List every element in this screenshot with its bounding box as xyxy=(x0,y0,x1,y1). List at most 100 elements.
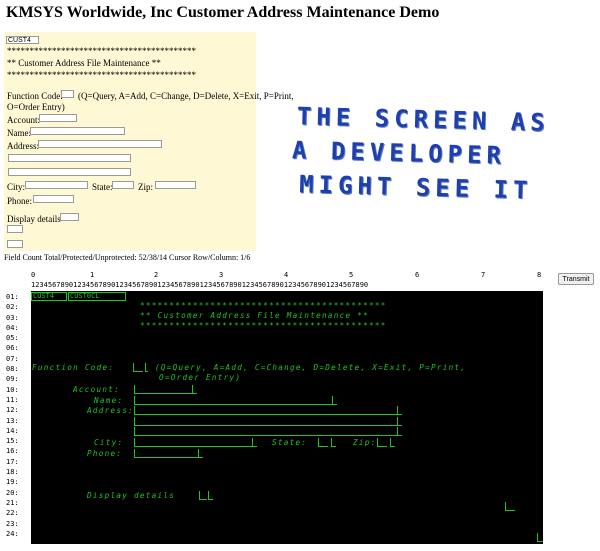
state-label: State: xyxy=(92,182,113,192)
row-number: 14: xyxy=(6,426,19,435)
form-stars-bottom: ****************************************… xyxy=(7,70,196,80)
terminal-name-input[interactable] xyxy=(134,396,332,405)
row-number: 19: xyxy=(6,478,19,487)
terminal-function-input-end[interactable] xyxy=(145,363,148,372)
row-number: 09: xyxy=(6,375,19,384)
function-code-help: (Q=Query, A=Add, C=Change, D=Delete, X=E… xyxy=(78,91,294,101)
form-heading: ** Customer Address File Maintenance ** xyxy=(7,58,161,68)
terminal-city-input[interactable] xyxy=(134,438,252,447)
address-label: Address: xyxy=(7,141,39,151)
terminal-city-end xyxy=(252,438,257,447)
row-number: 18: xyxy=(6,468,19,477)
name-label: Name: xyxy=(7,128,31,138)
row-number: 11: xyxy=(6,395,19,404)
terminal-zip-input[interactable] xyxy=(377,438,387,447)
terminal-account-input[interactable] xyxy=(134,385,194,394)
handwritten-overlay: THE SCREEN AS A DEVELOPER MIGHT SEE IT xyxy=(291,99,594,209)
phone-label: Phone: xyxy=(7,196,33,206)
row-number: 02: xyxy=(6,303,19,312)
city-input[interactable] xyxy=(25,181,88,189)
terminal-zip-end xyxy=(390,438,395,447)
terminal-address-label: Address: xyxy=(87,406,134,415)
row-number: 01: xyxy=(6,293,19,301)
transmit-button[interactable]: Transmit xyxy=(558,273,594,285)
row-number: 21: xyxy=(6,498,19,507)
row-number: 16: xyxy=(6,447,19,456)
terminal-name-label: Name: xyxy=(94,396,124,405)
terminal-phone-input[interactable] xyxy=(134,449,199,458)
row-number: 24: xyxy=(6,529,19,538)
account-label: Account: xyxy=(7,115,40,125)
terminal-address-input-2[interactable] xyxy=(134,417,397,426)
terminal-account-label: Account: xyxy=(73,385,120,394)
account-input[interactable] xyxy=(39,114,77,122)
terminal-address-end-3 xyxy=(397,427,402,436)
terminal-stars-bottom: ****************************************… xyxy=(140,321,387,330)
function-code-input[interactable] xyxy=(61,90,74,98)
name-input[interactable] xyxy=(30,127,125,135)
program-field[interactable] xyxy=(6,36,39,44)
ruler-tick: 2 xyxy=(154,271,159,279)
terminal-program-field-2[interactable]: CUST0CL xyxy=(68,292,126,301)
terminal-stars-top: ****************************************… xyxy=(140,301,387,310)
row-number: 04: xyxy=(6,323,19,332)
terminal-address-input-3[interactable] xyxy=(134,427,397,436)
row-number: 05: xyxy=(6,334,19,343)
terminal-details-input[interactable] xyxy=(199,491,207,500)
form-extra-input-1[interactable] xyxy=(7,225,23,233)
terminal-screen: CUST4 CUST0CL **************************… xyxy=(31,291,543,544)
row-number: 12: xyxy=(6,406,19,415)
page-title: KMSYS Worldwide, Inc Customer Address Ma… xyxy=(6,4,440,21)
terminal-program-field[interactable]: CUST4 xyxy=(31,292,67,301)
ruler-tick: 4 xyxy=(284,271,289,279)
customer-form: ****************************************… xyxy=(4,32,294,251)
row-number: 17: xyxy=(6,457,19,466)
row-number: 22: xyxy=(6,509,19,518)
phone-input[interactable] xyxy=(33,195,74,203)
column-ruler: 0 1 2 3 4 5 6 7 8 1234567890123456789012… xyxy=(31,271,543,291)
terminal-function-label: Function Code: xyxy=(32,363,115,372)
form-extra-input-2[interactable] xyxy=(7,240,23,248)
terminal-name-end xyxy=(332,396,337,405)
ruler-digits: 1234567890123456789012345678901234567890… xyxy=(31,281,369,289)
terminal-zip-label: Zip: xyxy=(353,438,377,447)
terminal-state-label: State: xyxy=(272,438,308,447)
row-number: 10: xyxy=(6,385,19,394)
row-number: 07: xyxy=(6,354,19,363)
terminal-function-input[interactable] xyxy=(133,363,143,372)
row-numbers: 01: 02: 03: 04: 05: 06: 07: 08: 09: 10: 11: 12: 13: 1… xyxy=(6,292,19,539)
ruler-tick: 5 xyxy=(349,271,354,279)
terminal-phone-label: Phone: xyxy=(87,449,123,458)
ruler-tick: 6 xyxy=(415,271,420,279)
row-number: 23: xyxy=(6,519,19,528)
city-label: City: xyxy=(7,182,26,192)
ruler-tick: 8 xyxy=(537,271,542,279)
address-input-2[interactable] xyxy=(8,154,131,162)
terminal-state-end xyxy=(331,438,336,447)
function-code-help-2: O=Order Entry) xyxy=(7,102,65,112)
zip-label: Zip: xyxy=(138,182,153,192)
terminal-function-help-2: O=Order Entry) xyxy=(159,373,242,382)
display-details-input[interactable] xyxy=(60,213,79,221)
terminal-row24-input[interactable] xyxy=(537,533,543,542)
terminal-account-end xyxy=(192,385,197,394)
address-input-3[interactable] xyxy=(8,168,131,176)
terminal-state-input[interactable] xyxy=(318,438,328,447)
terminal-city-label: City: xyxy=(94,438,124,447)
terminal-heading: ** Customer Address File Maintenance ** xyxy=(140,311,370,320)
terminal-address-input-1[interactable] xyxy=(134,406,397,415)
address-input-1[interactable] xyxy=(38,140,162,148)
terminal-phone-end xyxy=(198,449,203,458)
ruler-tick: 1 xyxy=(90,271,95,279)
form-stars-top: ****************************************… xyxy=(7,46,196,56)
row-number: 15: xyxy=(6,437,19,446)
zip-input[interactable] xyxy=(155,181,196,189)
ruler-tick: 0 xyxy=(31,271,36,279)
state-input[interactable] xyxy=(112,181,134,189)
ruler-tick: 7 xyxy=(481,271,486,279)
terminal-details-label: Display details xyxy=(87,491,176,500)
terminal-row21-input[interactable] xyxy=(505,502,515,511)
overlay-line-3: MIGHT SEE IT xyxy=(298,170,533,205)
terminal-address-end-1 xyxy=(397,406,402,415)
display-details-label: Display details xyxy=(7,214,61,224)
